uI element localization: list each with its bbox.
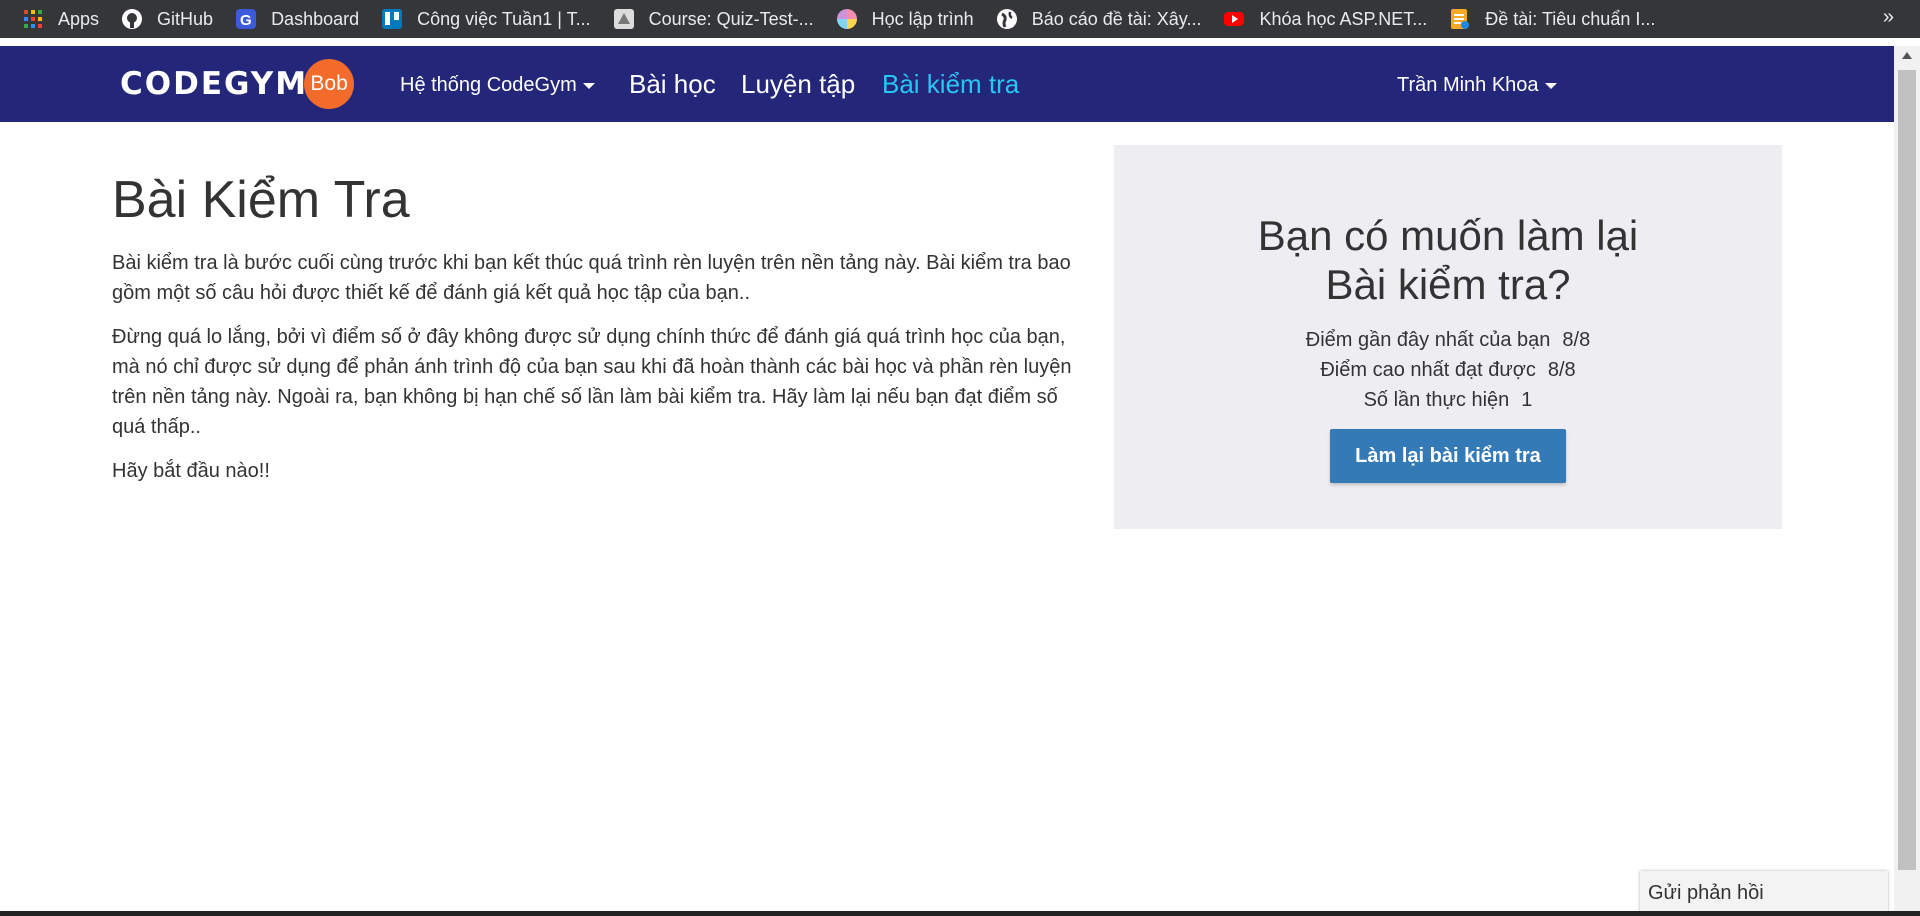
bookmark-bao-cao[interactable]: Báo cáo đề tài: Xây... [996,8,1202,30]
retake-heading: Bạn có muốn làm lại Bài kiểm tra? [1114,211,1782,309]
send-feedback-button[interactable]: Gửi phản hồi [1640,871,1888,916]
attempts-row: Số lần thực hiện 1 [1114,385,1782,415]
dashboard-icon: G [235,8,257,30]
bookmark-apps[interactable]: Apps [22,8,99,30]
doc-icon [1449,8,1471,30]
bookmark-label: Đề tài: Tiêu chuẩn I... [1485,8,1656,29]
bookmark-label: Khóa học ASP.NET... [1259,8,1428,29]
bookmark-label: GitHub [157,8,214,29]
bookmark-github[interactable]: GitHub [121,8,213,30]
bookmark-label: Dashboard [271,8,360,29]
best-score-value: 8/8 [1547,359,1576,381]
recent-score-label: Điểm gần đây nhất của bạn [1305,329,1551,351]
apps-grid-icon [22,8,44,30]
nav-system-dropdown[interactable]: Hệ thống CodeGym [400,74,595,97]
retake-test-button[interactable]: Làm lại bài kiểm tra [1330,429,1566,483]
bookmark-trello[interactable]: Công việc Tuần1 | T... [381,8,591,30]
page-title: Bài Kiểm Tra [112,171,410,229]
bookmarks-bar: Apps GitHub G Dashboard Công việc Tuần1 … [0,0,1920,38]
bookmark-course[interactable]: Course: Quiz-Test-... [613,8,814,30]
logo-text: CODEGYM [120,66,309,102]
caret-down-icon [582,82,595,89]
scrollbar-thumb[interactable] [1898,70,1916,870]
caret-down-icon [1544,82,1557,89]
bookmark-aspnet[interactable]: Khóa học ASP.NET... [1223,8,1427,30]
nav-tests-active[interactable]: Bài kiểm tra [882,69,1019,100]
recent-score-row: Điểm gần đây nhất của bạn 8/8 [1114,325,1782,355]
retake-heading-line1: Bạn có muốn làm lại [1257,212,1639,259]
globe-icon [996,8,1018,30]
bookmark-label: Course: Quiz-Test-... [648,8,814,29]
course-icon [613,8,635,30]
codegym-logo[interactable]: CODEGYM Bob [120,59,355,109]
nav-lessons[interactable]: Bài học [629,69,716,100]
test-intro-section: Bài Kiểm Tra Bài kiểm tra là bước cuối c… [112,170,1092,500]
recent-score-value: 8/8 [1562,329,1591,351]
bookmark-label: Công việc Tuần1 | T... [417,8,591,29]
logo-badge: Bob [304,59,355,109]
bookmark-label: Học lập trình [871,8,974,29]
youtube-icon [1223,8,1245,30]
intro-paragraph: Bài kiểm tra là bước cuối cùng trước khi… [112,252,1071,304]
svg-text:G: G [240,12,252,29]
nav-system-label: Hệ thống CodeGym [400,74,577,96]
attempts-value: 1 [1521,389,1533,411]
best-score-label: Điểm cao nhất đạt được [1320,359,1536,381]
user-menu-dropdown[interactable]: Trần Minh Khoa [1397,74,1557,97]
attempts-label: Số lần thực hiện [1363,389,1510,411]
intro-paragraph: Đừng quá lo lắng, bởi vì điểm số ở đây k… [112,326,1072,438]
bookmark-de-tai[interactable]: Đề tài: Tiêu chuẩn I... [1449,8,1655,30]
retake-test-panel: Bạn có muốn làm lại Bài kiểm tra? Điểm g… [1114,145,1782,529]
bookmark-hoc-lap-trinh[interactable]: Học lập trình [836,8,974,30]
trello-icon [381,8,403,30]
retake-heading-line2: Bài kiểm tra? [1325,261,1571,308]
nav-practice[interactable]: Luyện tập [741,69,855,100]
top-navbar: CODEGYM Bob Hệ thống CodeGym Bài học Luy… [0,46,1894,122]
bookmark-dashboard[interactable]: G Dashboard [235,8,359,30]
scroll-up-arrow-icon[interactable] [1902,52,1912,59]
best-score-row: Điểm cao nhất đạt được 8/8 [1114,355,1782,385]
bookmark-label: Báo cáo đề tài: Xây... [1031,8,1202,29]
bottom-border [0,911,1920,916]
vertical-scrollbar[interactable] [1894,46,1920,914]
more-bookmarks-button[interactable]: » [1883,6,1894,29]
bookmark-label: Apps [58,8,100,29]
github-icon [121,8,143,30]
intro-paragraph: Hãy bắt đầu nào!! [112,460,270,482]
colorful-circle-icon [836,8,858,30]
user-name: Trần Minh Khoa [1397,74,1539,96]
